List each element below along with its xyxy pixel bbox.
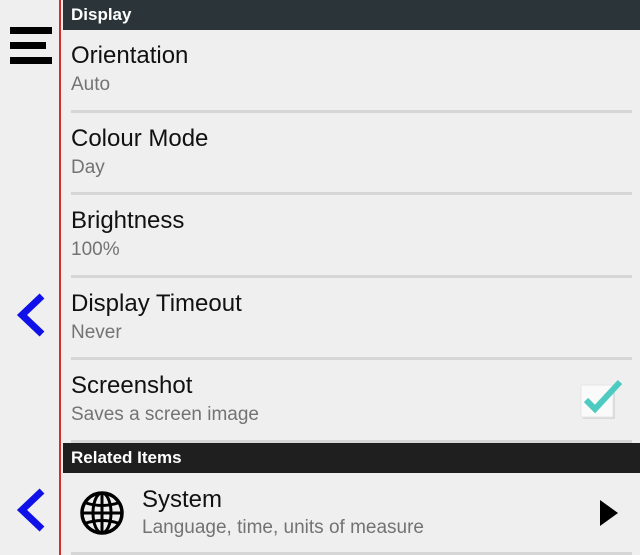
chevron-left-icon [16,488,44,532]
left-rail [0,0,61,555]
setting-value: 100% [71,239,120,261]
back-button-lower[interactable] [0,481,61,539]
setting-description: Saves a screen image [71,404,259,426]
hamburger-menu-icon [9,27,52,64]
chevron-left-icon [16,293,44,337]
related-item-title: System [142,485,223,513]
setting-title: Colour Mode [71,124,209,152]
back-button-upper[interactable] [0,286,61,344]
setting-row-brightness[interactable]: Brightness 100% [63,195,640,278]
globe-icon [80,491,124,535]
section-header-display: Display [63,0,640,30]
section-header-related-items: Related Items [63,442,640,473]
setting-title: Orientation [71,42,189,69]
setting-value: Auto [71,74,111,95]
setting-row-screenshot[interactable]: Screenshot Saves a screen image [63,360,640,443]
setting-title: Screenshot [71,372,193,400]
related-item-system[interactable]: System Language, time, units of measure [63,473,640,555]
setting-row-display-timeout[interactable]: Display Timeout Never [63,278,640,361]
setting-title: Brightness [71,207,185,235]
setting-title: Display Timeout [71,289,242,317]
settings-list: Display Orientation Auto Colour Mode Day… [63,0,640,555]
menu-button[interactable] [0,20,61,72]
setting-row-orientation[interactable]: Orientation Auto [63,30,640,113]
checkbox-checked-icon[interactable] [580,378,624,422]
setting-value: Day [71,156,105,178]
related-item-description: Language, time, units of measure [142,516,425,538]
setting-value: Never [71,321,122,343]
setting-row-colour-mode[interactable]: Colour Mode Day [63,113,640,196]
play-right-icon [600,499,618,526]
settings-screen: Display Orientation Auto Colour Mode Day… [0,0,640,555]
